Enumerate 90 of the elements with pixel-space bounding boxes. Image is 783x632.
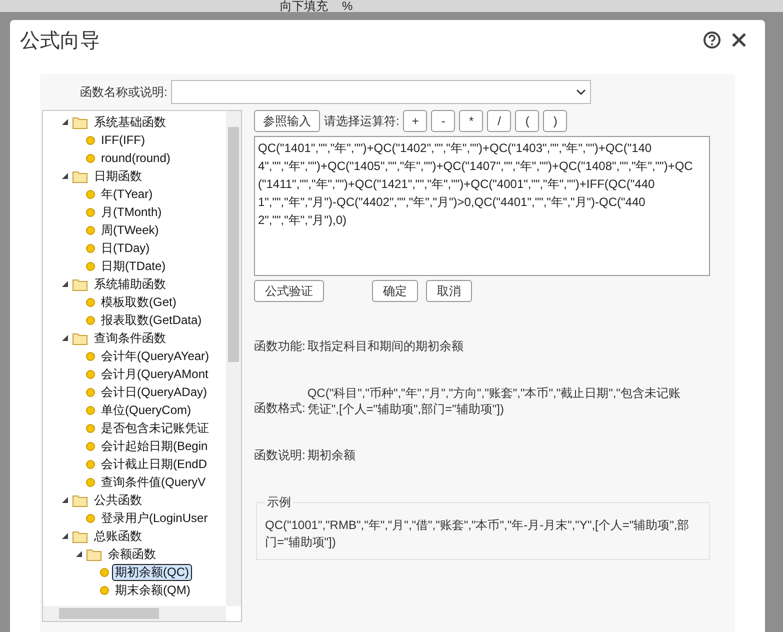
folder-icon — [72, 278, 88, 290]
tree-item[interactable]: 会计起始日期(Begin — [98, 438, 211, 454]
dialog-title: 公式向导 — [20, 28, 100, 54]
bullet-icon — [86, 406, 95, 414]
bullet-icon — [86, 514, 95, 522]
tree-item[interactable]: 会计月(QueryAMont — [98, 366, 212, 382]
bullet-icon — [86, 226, 95, 234]
toolbar-text[interactable]: % — [342, 0, 353, 12]
tree-item[interactable]: 登录用户(LoginUser — [98, 510, 211, 526]
folder-icon — [72, 116, 88, 128]
tree-item[interactable]: 单位(QueryCom) — [98, 402, 194, 418]
tree-item[interactable]: IFF(IFF) — [98, 132, 148, 148]
bullet-icon — [86, 262, 95, 270]
tree-item[interactable]: 日(TDay) — [98, 240, 153, 256]
tree-item[interactable]: 模板取数(Get) — [98, 294, 180, 310]
action-button[interactable]: 确定 — [372, 280, 418, 302]
bullet-icon — [86, 424, 95, 432]
reference-input-button[interactable]: 参照输入 — [254, 110, 320, 132]
expanded-arrow-icon[interactable] — [61, 496, 69, 504]
tree-item[interactable]: 总账函数 — [91, 528, 145, 544]
bullet-icon — [86, 460, 95, 468]
expanded-arrow-icon[interactable] — [61, 172, 69, 180]
tree-item[interactable]: 会计截止日期(EndD — [98, 456, 210, 472]
operator-button[interactable]: + — [403, 110, 428, 132]
operator-button[interactable]: - — [431, 110, 456, 132]
tree-item[interactable]: round(round) — [98, 150, 174, 166]
tree-item[interactable]: 报表取数(GetData) — [98, 312, 205, 328]
formula-field[interactable]: QC("1401","","年","")+QC("1402","","年","")+QC("1403","","年","")+QC("1404","","年","")+QC("1405","","年","")+QC("1407","","年","")+QC("1408","","年","")+QC("1411","","年","")+QC("1421","","年","")+QC("4001","","年","")+IFF(QC("4401","","年","月")-QC("4402","","年","月")>0,QC("4401","","年","月")-QC("4402","","年","月"),0) — [254, 136, 710, 276]
tree-item[interactable]: 会计年(QueryAYear) — [98, 348, 212, 364]
example-text: QC("1001","RMB","年","月","借","账套","本币","年-月-月末","Y",[个人="辅助项",部门="辅助项"]) — [265, 517, 690, 551]
bullet-icon — [86, 316, 95, 324]
bullet-icon — [100, 568, 109, 576]
tree-item[interactable]: 日期函数 — [91, 168, 145, 184]
folder-icon — [72, 332, 88, 344]
info-text: 期初余额 — [307, 447, 356, 463]
close-icon[interactable] — [731, 32, 747, 48]
vertical-scrollbar[interactable] — [226, 111, 241, 606]
tree-item[interactable]: 余额函数 — [105, 546, 159, 562]
operator-button[interactable]: ( — [515, 110, 540, 132]
operator-label: 请选择运算符: — [324, 112, 400, 130]
tree-item[interactable]: 年(TYear) — [98, 186, 156, 202]
expanded-arrow-icon[interactable] — [61, 334, 69, 342]
expanded-arrow-icon[interactable] — [61, 532, 69, 540]
tree-item[interactable]: 会计日(QueryADay) — [98, 384, 210, 400]
tree-item[interactable]: 是否包含未记账凭证 — [98, 420, 212, 436]
action-button[interactable]: 公式验证 — [254, 280, 324, 302]
chevron-icon — [576, 89, 586, 95]
example-legend: 示例 — [265, 494, 293, 511]
expanded-arrow-icon[interactable] — [61, 280, 69, 288]
bullet-icon — [86, 388, 95, 396]
bullet-icon — [86, 208, 95, 216]
search-label: 函数名称或说明: — [80, 84, 168, 100]
operator-button[interactable]: ) — [543, 110, 568, 132]
info-label: 函数格式: — [254, 400, 306, 417]
tree-item[interactable]: 查询条件值(QueryV — [98, 474, 209, 490]
action-button[interactable]: 取消 — [426, 280, 472, 302]
operator-button[interactable]: / — [487, 110, 512, 132]
folder-icon — [72, 494, 88, 506]
tree-item[interactable]: 公共函数 — [91, 492, 145, 508]
bullet-icon — [86, 478, 95, 486]
tree-item[interactable]: 日期(TDate) — [98, 258, 169, 274]
bullet-icon — [86, 244, 95, 252]
info-label: 函数说明: — [254, 447, 306, 464]
tree-item[interactable]: 查询条件函数 — [91, 330, 169, 346]
tree-item[interactable]: 系统基础函数 — [91, 114, 169, 130]
tree-item[interactable]: 期初余额(QC) — [112, 564, 192, 580]
bullet-icon — [86, 136, 95, 144]
bullet-icon — [86, 442, 95, 450]
bullet-icon — [86, 298, 95, 306]
toolbar-text[interactable]: 向下填充 — [280, 0, 328, 12]
horizontal-scrollbar[interactable] — [43, 606, 226, 621]
info-text: QC("科目","币种","年","月","方向","账套","本币","截止日期","包含未记账凭证",[个人="辅助项",部门="辅助项"]) — [307, 385, 682, 417]
folder-icon — [72, 170, 88, 182]
info-label: 函数功能: — [254, 338, 306, 355]
operator-button[interactable]: * — [459, 110, 484, 132]
bullet-icon — [86, 370, 95, 378]
bullet-icon — [86, 154, 95, 162]
tree-item[interactable]: 系统辅助函数 — [91, 276, 169, 292]
folder-icon — [72, 530, 88, 542]
tree-item[interactable]: 周(TWeek) — [98, 222, 162, 238]
expanded-arrow-icon[interactable] — [61, 118, 69, 126]
tree-item[interactable]: 月(TMonth) — [98, 204, 165, 220]
info-text: 取指定科目和期间的期初余额 — [307, 338, 464, 354]
bullet-icon — [86, 352, 95, 360]
expanded-arrow-icon[interactable] — [75, 550, 83, 558]
bullet-icon — [100, 586, 109, 594]
bullet-icon — [86, 190, 95, 198]
tree-item[interactable]: 期末余额(QM) — [112, 582, 194, 598]
folder-icon — [86, 548, 102, 560]
help-icon[interactable] — [703, 31, 721, 49]
